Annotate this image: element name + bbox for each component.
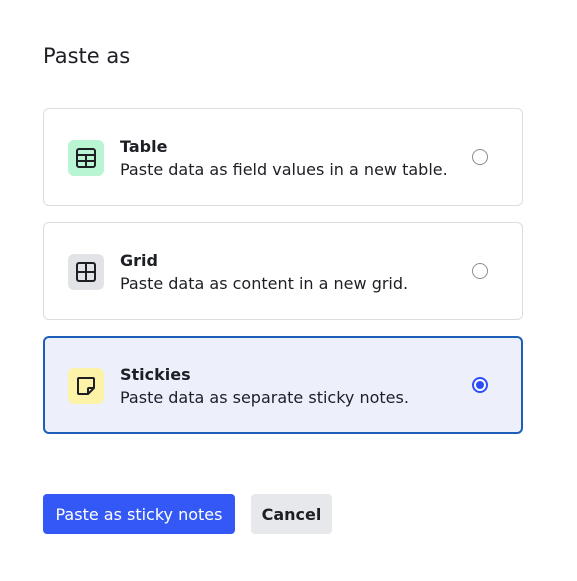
option-description: Paste data as separate sticky notes. (120, 388, 409, 407)
paste-as-sticky-notes-button[interactable]: Paste as sticky notes (43, 494, 235, 534)
option-label: Stickies (120, 365, 191, 384)
option-label: Table (120, 137, 168, 156)
option-label: Grid (120, 251, 158, 270)
option-grid[interactable]: Grid Paste data as content in a new grid… (43, 222, 523, 320)
radio-stickies[interactable] (472, 377, 488, 393)
option-stickies[interactable]: Stickies Paste data as separate sticky n… (43, 336, 523, 434)
cancel-button[interactable]: Cancel (251, 494, 332, 534)
option-description: Paste data as field values in a new tabl… (120, 160, 448, 179)
dialog-title: Paste as (43, 44, 131, 68)
paste-as-dialog: Paste as Table Paste data as field value… (0, 0, 577, 581)
table-icon (68, 140, 104, 176)
option-description: Paste data as content in a new grid. (120, 274, 409, 293)
sticky-note-icon (68, 368, 104, 404)
radio-table[interactable] (472, 149, 488, 165)
radio-grid[interactable] (472, 263, 488, 279)
option-table[interactable]: Table Paste data as field values in a ne… (43, 108, 523, 206)
grid-icon (68, 254, 104, 290)
